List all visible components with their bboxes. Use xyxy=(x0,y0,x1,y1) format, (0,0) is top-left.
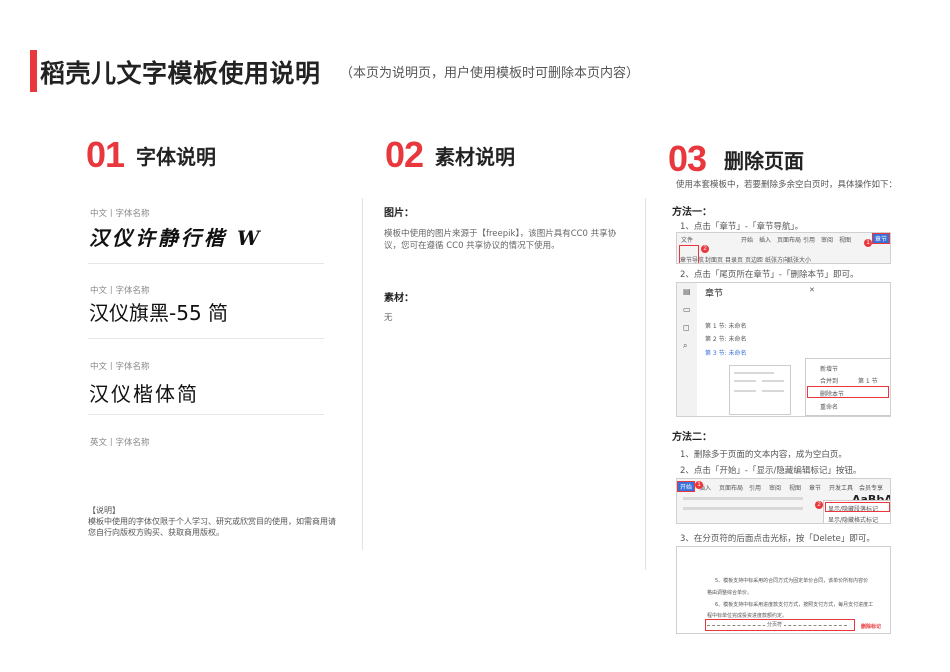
panel-title: 章节 xyxy=(705,289,724,299)
menu-rename[interactable]: 重命名 xyxy=(820,402,838,411)
font-label-1: 中文丨字体名称 xyxy=(90,209,150,219)
merge-target[interactable]: 第 1 节 xyxy=(858,376,878,385)
font-label-2: 中文丨字体名称 xyxy=(90,286,150,296)
font-divider xyxy=(88,338,324,339)
method2-label: 方法二： xyxy=(672,432,712,443)
document-pagebreak-screenshot: 5、模板支持中标采用的合同方式为固定单价合同，该单价所有内容价 格由调整综合单价… xyxy=(676,546,891,634)
section2-title: 素材说明 xyxy=(435,145,515,169)
font-sample-3: 汉仪楷体简 xyxy=(89,382,199,406)
section3-number: 03 xyxy=(668,138,707,179)
method1-label: 方法一： xyxy=(672,207,712,218)
chapter-panel-screenshot: ▤ ▭ ◻ ⌕ 章节 ✕ 第 1 节: 未命名 第 2 节: 未命名 第 3 节… xyxy=(676,282,891,417)
method1-step2: 2、点击「尾页所在章节」-「删除本节」即可。 xyxy=(680,270,859,280)
page-break-highlight xyxy=(705,619,855,631)
page-title: 稻壳儿文字模板使用说明 xyxy=(40,59,321,88)
menu-new-section[interactable]: 新增节 xyxy=(820,364,838,373)
title-accent-bar xyxy=(30,50,37,92)
material-label: 素材： xyxy=(384,293,414,304)
chapter-item[interactable]: 第 1 节: 未命名 xyxy=(705,321,747,330)
page-subtitle: （本页为说明页，用户使用模板时可删除本页内容） xyxy=(340,66,640,81)
start-ribbon-screenshot: 开始 插入 页面布局 引用 审阅 视图 章节 开发工具 会员专享 1 AaBbA… xyxy=(676,478,891,524)
search-icon: ⌕ xyxy=(683,341,688,350)
font-label-4: 英文丨字体名称 xyxy=(90,438,150,448)
context-menu: 新增节 合并到 第 1 节 删除本节 重命名 xyxy=(805,358,890,416)
images-text: 模板中使用的图片来源于【freepik】，该图片具有CC0 共享协议，您可在遵循… xyxy=(384,229,617,251)
column-divider xyxy=(362,198,363,550)
images-label: 图片： xyxy=(384,208,414,219)
section2-number: 02 xyxy=(385,134,424,175)
panel-icon: ▭ xyxy=(683,305,691,314)
column-divider xyxy=(645,198,646,570)
method2-step3: 3、在分页符的后面点击光标，按「Delete」即可。 xyxy=(680,534,875,544)
menu-toggle-format-marks[interactable]: 显示/隐藏格式标记 xyxy=(828,515,878,523)
font-sample-2: 汉仪旗黑-55 简 xyxy=(89,301,229,325)
note-text: 模板中使用的字体仅限于个人学习、研究或欣赏目的使用，如需商用请您自行向版权方购买… xyxy=(88,517,336,537)
note-title: 【说明】 xyxy=(88,506,120,515)
bookmark-icon: ◻ xyxy=(683,323,690,332)
menu-merge[interactable]: 合并到 xyxy=(820,376,838,385)
panel-icon: ▤ xyxy=(683,287,691,296)
font-usage-note: 【说明】 模板中使用的字体仅限于个人学习、研究或欣赏目的使用，如需商用请您自行向… xyxy=(88,505,343,538)
method2-step2: 2、点击「开始」-「显示/隐藏编辑标记」按钮。 xyxy=(680,466,862,476)
section3-title: 删除页面 xyxy=(724,149,804,173)
method1-step1: 1、点击「章节」-「章节导航」。 xyxy=(680,222,804,232)
close-icon[interactable]: ✕ xyxy=(809,286,815,294)
page-thumbnail xyxy=(729,365,791,415)
method2-step1: 1、删除多于页面的文本内容，成为空白页。 xyxy=(680,450,847,460)
font-sample-1: 汉仪许静行楷 W xyxy=(89,226,263,250)
font-divider xyxy=(88,414,324,415)
toggle-marks-menu: 显示/隐藏段落标记 显示/隐藏格式标记 xyxy=(823,500,890,523)
section3-intro: 使用本套模板中，若要删除多余空白页时，具体操作如下： xyxy=(676,180,898,190)
chapter-item[interactable]: 第 2 节: 未命名 xyxy=(705,334,747,343)
ribbon-screenshot: 文件 开始 插入 页面布局 引用 审阅 视图 章节 章节导航 封面页 目录页 页… xyxy=(676,232,891,264)
section1-title: 字体说明 xyxy=(136,145,216,169)
chapter-item[interactable]: 第 3 节: 未命名 xyxy=(705,348,747,357)
material-text: 无 xyxy=(384,313,393,323)
section1-number: 01 xyxy=(86,134,125,175)
font-label-3: 中文丨字体名称 xyxy=(90,362,150,372)
delete-marker-label: 删除标记 xyxy=(861,624,882,630)
font-divider xyxy=(88,263,324,264)
